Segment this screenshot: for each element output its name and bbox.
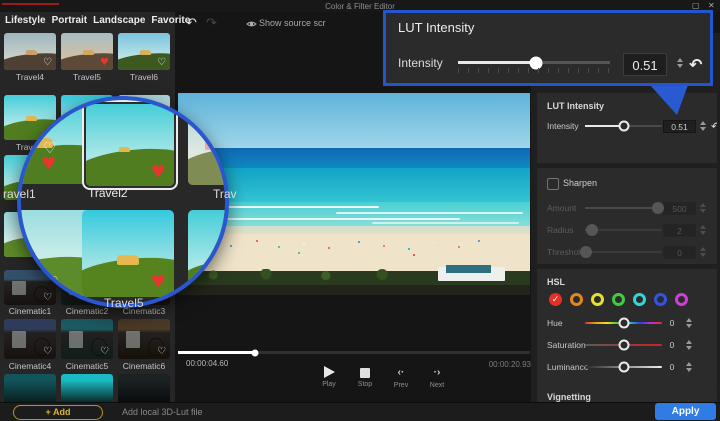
- play-icon: [324, 366, 335, 378]
- filter-thumb-travel5[interactable]: [61, 33, 113, 70]
- magnified-thumb-travel5: [82, 210, 174, 297]
- favorite-heart-icon[interactable]: [157, 58, 166, 68]
- favorite-heart-icon: [45, 274, 58, 291]
- magnified-thumb-travel3: [188, 100, 229, 185]
- show-source-toggle[interactable]: Show source scr: [259, 18, 356, 28]
- beach-sky: [178, 93, 530, 150]
- next-button[interactable]: ·› Next: [424, 366, 450, 389]
- hsl-color-yellow[interactable]: [591, 293, 604, 306]
- tab-landscape[interactable]: Landscape: [93, 15, 145, 26]
- favorite-heart-icon[interactable]: [100, 347, 109, 357]
- hsl-color-cyan[interactable]: [633, 293, 646, 306]
- favorite-heart-icon[interactable]: [157, 347, 166, 357]
- magnified-label-travel3: Trav: [213, 187, 237, 201]
- callout-value: 0.51: [623, 53, 667, 76]
- eye-icon[interactable]: [246, 20, 257, 28]
- apply-button[interactable]: Apply: [655, 403, 716, 420]
- add-lut-hint: Add local 3D-Lut file: [122, 407, 203, 417]
- adjustments-panel: LUT Intensity Intensity 0.51 ↶ Sharpen A…: [531, 33, 720, 402]
- luminance-stepper[interactable]: [685, 361, 693, 374]
- favorite-heart-icon[interactable]: [43, 347, 52, 357]
- sharpen-card: Sharpen Amount 500 Radius 2: [537, 168, 717, 264]
- vignetting-title: Vignetting: [547, 392, 591, 402]
- callout-slider-ticks: [458, 68, 610, 73]
- filter-thumb[interactable]: [118, 374, 170, 402]
- lut-card-title: LUT Intensity: [547, 101, 604, 111]
- hsl-color-orange[interactable]: [570, 293, 583, 306]
- callout-title: LUT Intensity: [398, 20, 474, 35]
- filter-thumb-cinematic5[interactable]: [61, 319, 113, 359]
- favorite-heart-icon[interactable]: [100, 58, 109, 68]
- category-tabs: Lifestyle Portrait Landscape Favorite: [5, 15, 190, 26]
- bottom-bar: + Add Add local 3D-Lut file Apply: [0, 402, 720, 421]
- lut-value-stepper[interactable]: [699, 120, 707, 133]
- redo-icon[interactable]: ↷: [206, 17, 217, 31]
- magnified-label-travel2: Travel2: [88, 186, 128, 200]
- stop-icon: [360, 368, 370, 378]
- hue-slider[interactable]: [585, 322, 662, 324]
- seek-handle[interactable]: [252, 349, 259, 356]
- filter-thumb[interactable]: [4, 374, 56, 402]
- prev-button[interactable]: ‹· Prev: [388, 366, 414, 389]
- luminance-slider[interactable]: [585, 366, 662, 368]
- hsl-color-red[interactable]: ✓: [549, 293, 562, 306]
- hsl-color-magenta[interactable]: [675, 293, 688, 306]
- filter-thumb[interactable]: [61, 374, 113, 402]
- seek-bar[interactable]: [178, 351, 530, 354]
- elapsed-time: 00:00:04.60: [186, 359, 228, 368]
- callout-reset-icon: ↶: [689, 55, 702, 74]
- saturation-slider[interactable]: [585, 344, 662, 346]
- next-icon: ·›: [434, 366, 441, 379]
- callout-stepper: [676, 56, 684, 69]
- lut-intensity-callout: LUT Intensity Intensity 0.51 ↶: [383, 10, 713, 86]
- vignetting-card: Vignetting: [537, 386, 717, 402]
- hsl-title: HSL: [547, 277, 565, 287]
- sharpen-checkbox[interactable]: [547, 178, 559, 190]
- lut-slider-handle[interactable]: [619, 121, 630, 132]
- callout-pointer: [648, 85, 690, 117]
- filter-thumb-travel6[interactable]: [118, 33, 170, 70]
- magnified-label-travel5: Travel5: [104, 296, 144, 310]
- callout-slider: [458, 61, 610, 64]
- color-filter-editor-window: Color & Filter Editor ▢ ✕ ↶ ↷ Show sourc…: [0, 0, 720, 421]
- lut-intensity-slider[interactable]: [585, 125, 662, 127]
- sharpen-radius-slider: [585, 229, 662, 231]
- callout-intensity-label: Intensity: [398, 56, 443, 70]
- filter-thumb-travel4[interactable]: [4, 33, 56, 70]
- tab-portrait[interactable]: Portrait: [52, 15, 88, 26]
- favorite-heart-icon: [151, 274, 166, 291]
- magnified-label-travel1: ravel1: [3, 187, 36, 201]
- sharpen-threshold-slider: [585, 251, 662, 253]
- magnifier-callout: [17, 96, 229, 308]
- hsl-color-green[interactable]: [612, 293, 625, 306]
- hsl-color-blue[interactable]: [654, 293, 667, 306]
- filter-thumb-cinematic6[interactable]: [118, 319, 170, 359]
- lut-reset-icon[interactable]: ↶: [711, 120, 717, 133]
- play-button[interactable]: Play: [316, 366, 342, 389]
- sharpen-title: Sharpen: [563, 178, 597, 188]
- favorite-heart-icon[interactable]: [43, 58, 52, 68]
- total-time: 00:00:20.93: [461, 360, 531, 369]
- hsl-card: HSL ✓ Hue 0 Saturation: [537, 269, 717, 386]
- magnified-thumb-travel2-selected: [82, 100, 178, 190]
- magnified-thumb-partial: [188, 210, 229, 297]
- stop-button[interactable]: Stop: [352, 366, 378, 389]
- favorite-heart-icon: [151, 164, 166, 181]
- sharpen-amount-slider: [585, 207, 662, 209]
- filter-thumb-cinematic4[interactable]: [4, 319, 56, 359]
- favorite-heart-icon: [41, 156, 56, 173]
- saturation-stepper[interactable]: [685, 339, 693, 352]
- lut-intensity-label: Intensity: [547, 121, 585, 131]
- add-lut-button[interactable]: + Add: [13, 405, 103, 420]
- tab-favorite[interactable]: Favorite: [151, 15, 190, 26]
- lut-intensity-card: LUT Intensity Intensity 0.51 ↶: [537, 93, 717, 163]
- lut-intensity-value[interactable]: 0.51: [663, 120, 696, 133]
- prev-icon: ‹·: [398, 366, 405, 379]
- tab-lifestyle[interactable]: Lifestyle: [5, 15, 46, 26]
- hue-stepper[interactable]: [685, 317, 693, 330]
